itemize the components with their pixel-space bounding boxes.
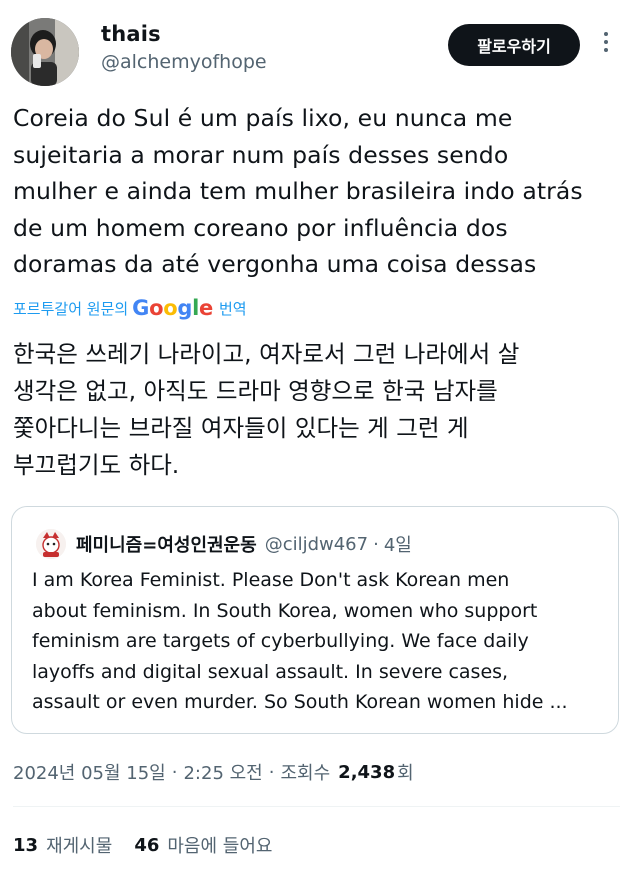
author-display-name[interactable]: thais — [101, 22, 161, 46]
likes-label: 마음에 들어요 — [167, 836, 273, 857]
quote-author-handle[interactable]: @ciljdw467 — [265, 534, 368, 555]
tweet-text-line: de um homem coreano por influência dos — [13, 213, 508, 242]
quote-text-line: assault or even murder. So South Korean … — [32, 691, 568, 713]
quote-text-line: feminism are targets of cyberbullying. W… — [32, 630, 529, 652]
reposts-count: 13 — [13, 834, 39, 856]
translation-label-suffix: 번역 — [218, 299, 247, 318]
quote-text: I am Korea Feminist. Please Don't ask Ko… — [32, 565, 612, 718]
translated-text-line: 한국은 쓰레기 나라이고, 여자로서 그런 나라에서 살 — [13, 340, 520, 368]
translated-text: 한국은 쓰레기 나라이고, 여자로서 그런 나라에서 살 생각은 없고, 아직도… — [13, 336, 628, 484]
translated-text-line: 생각은 없고, 아직도 드라마 영향으로 한국 남자를 — [13, 377, 498, 405]
meta-separator: · — [268, 761, 275, 783]
tweet-meta: 2024년 05월 15일 · 2:25 오전 · 조회수 2,438 회 — [13, 756, 414, 788]
tweet-date[interactable]: 2024년 05월 15일 — [13, 759, 166, 785]
tweet-text-line: mulher e ainda tem mulher brasileira ind… — [13, 177, 583, 205]
tweet-text-line: sujeitaria a morar num país desses sendo — [13, 140, 509, 169]
google-logo: Google — [132, 296, 213, 320]
avatar-photo — [11, 18, 79, 86]
quote-text-line: about feminism. In South Korea, women wh… — [32, 599, 538, 622]
translated-text-line: 부끄럽기도 하다. — [13, 451, 180, 479]
tweet-header: thais @alchemyofhope 팔로우하기 — [0, 0, 640, 100]
likes-stat[interactable]: 46 마음에 들어요 — [134, 832, 272, 858]
quote-header: 페미니즘=여성인권운동 @ciljdw467 · 4일 — [76, 529, 412, 559]
meta-separator: · — [171, 761, 178, 783]
quote-author-avatar[interactable] — [36, 529, 66, 559]
quote-separator: · — [373, 533, 379, 555]
views-count: 2,438 — [338, 761, 396, 783]
more-vertical-icon[interactable] — [596, 32, 616, 58]
follow-button[interactable]: 팔로우하기 — [448, 24, 580, 66]
tweet-text-line: Coreia do Sul é um país lixo, eu nunca m… — [13, 104, 513, 132]
quote-text-line: I am Korea Feminist. Please Don't ask Ko… — [32, 569, 510, 591]
tweet-text-line: doramas da até vergonha uma coisa dessas — [13, 250, 537, 278]
divider — [13, 806, 620, 807]
views-label-suffix: 회 — [397, 763, 414, 784]
reposts-label: 재게시물 — [46, 836, 113, 857]
author-handle[interactable]: @alchemyofhope — [101, 51, 267, 73]
quote-text-line: layoffs and digital sexual assault. In s… — [32, 660, 509, 683]
translation-attribution[interactable]: 포르투갈어 원문의 Google 번역 — [13, 294, 247, 322]
quote-author-name[interactable]: 페미니즘=여성인권운동 — [76, 531, 257, 557]
quote-timestamp[interactable]: 4일 — [384, 531, 412, 557]
engagement-stats: 13 재게시물 46 마음에 들어요 — [13, 830, 294, 860]
likes-count: 46 — [134, 834, 160, 856]
views-label-prefix: 조회수 — [280, 763, 331, 784]
author-avatar[interactable] — [11, 18, 79, 86]
tweet-time[interactable]: 2:25 오전 — [183, 759, 262, 785]
quoted-tweet-card[interactable]: 페미니즘=여성인권운동 @ciljdw467 · 4일 I am Korea F… — [11, 506, 619, 734]
translation-label-prefix: 포르투갈어 원문의 — [13, 299, 129, 318]
reposts-stat[interactable]: 13 재게시물 — [13, 832, 112, 858]
quote-avatar-image — [36, 529, 66, 559]
translated-text-line: 쫓아다니는 브라질 여자들이 있다는 게 그런 게 — [13, 414, 469, 442]
tweet-text: Coreia do Sul é um país lixo, eu nunca m… — [13, 100, 628, 283]
